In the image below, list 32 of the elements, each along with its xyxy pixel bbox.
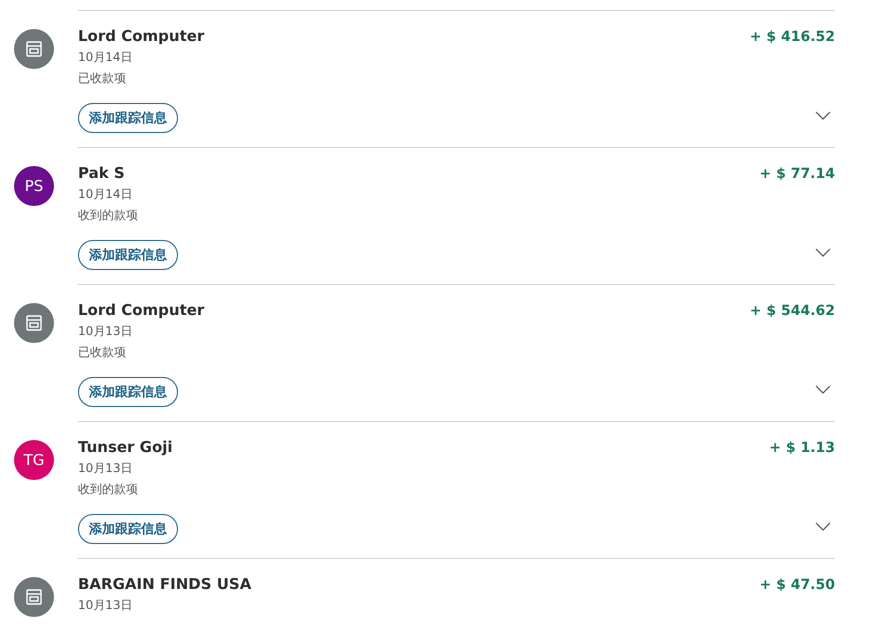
- payer-name: Lord Computer: [78, 27, 204, 45]
- store-icon: [25, 314, 43, 332]
- add-tracking-button[interactable]: 添加跟踪信息: [78, 240, 178, 270]
- payer-name: Pak S: [78, 164, 125, 182]
- payer-name: BARGAIN FINDS USA: [78, 575, 252, 593]
- transaction-status: 收到的款项: [78, 481, 138, 498]
- amount: + $ 1.13: [769, 440, 835, 456]
- initials-avatar: PS: [14, 166, 54, 206]
- transaction-status: 已收款项: [78, 70, 126, 87]
- add-tracking-button[interactable]: 添加跟踪信息: [78, 514, 178, 544]
- payer-name: Lord Computer: [78, 301, 204, 319]
- store-icon: [25, 40, 43, 58]
- initials-avatar: TG: [14, 440, 54, 480]
- amount: + $ 47.50: [759, 577, 835, 593]
- amount: + $ 544.62: [750, 303, 835, 319]
- chevron-down-icon[interactable]: [815, 111, 831, 120]
- add-tracking-button[interactable]: 添加跟踪信息: [78, 103, 178, 133]
- amount: + $ 416.52: [750, 29, 835, 45]
- amount: + $ 77.14: [759, 166, 835, 182]
- transaction-date: 10月14日: [78, 186, 133, 203]
- chevron-down-icon[interactable]: [815, 522, 831, 531]
- transaction-status: 已收款项: [78, 344, 126, 361]
- transaction-date: 10月13日: [78, 460, 133, 477]
- transaction-date: 10月13日: [78, 323, 133, 340]
- transaction-status: 收到的款项: [78, 207, 138, 224]
- chevron-down-icon[interactable]: [815, 385, 831, 394]
- chevron-down-icon[interactable]: [815, 248, 831, 257]
- add-tracking-button[interactable]: 添加跟踪信息: [78, 377, 178, 407]
- store-icon: [25, 588, 43, 606]
- payer-name: Tunser Goji: [78, 438, 173, 456]
- transaction-date: 10月14日: [78, 49, 133, 66]
- transaction-date: 10月13日: [78, 597, 133, 614]
